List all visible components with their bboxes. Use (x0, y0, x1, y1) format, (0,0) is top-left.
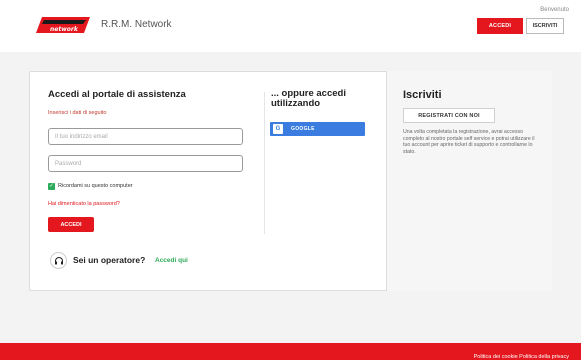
email-field[interactable]: Il tuo indirizzo email (48, 128, 243, 145)
footer-links[interactable]: Politica dei cookie Politica della priva… (474, 354, 569, 360)
social-login-title: ... oppure accedi utilizzando (271, 88, 346, 109)
operator-question: Sei un operatore? (73, 255, 146, 265)
google-label: GOOGLE (291, 126, 315, 132)
header-signup-button[interactable]: ISCRIVITI (526, 18, 564, 34)
forgot-password-link[interactable]: Hai dimenticato la password? (48, 201, 120, 207)
register-button[interactable]: REGISTRATI CON NOI (403, 108, 495, 123)
remember-label: Ricordami su questo computer (58, 183, 133, 189)
signup-description: Una volta completata la registrazione, a… (403, 129, 535, 155)
remember-checkbox[interactable]: ✓ (48, 183, 55, 190)
header-login-button[interactable]: ACCEDI (477, 18, 523, 34)
welcome-text: Benvenuto (540, 7, 569, 13)
signup-panel (386, 71, 552, 291)
svg-text:network: network (50, 26, 79, 33)
brand-name: R.R.M. Network (101, 19, 172, 30)
top-bar: network R.R.M. Network Benvenuto ACCEDI … (0, 0, 581, 52)
login-subtitle: Inserisci i dati di seguito (48, 110, 107, 116)
password-field[interactable]: Password (48, 155, 243, 172)
rrm-logo[interactable]: network (34, 14, 92, 36)
login-title: Accedi al portale di assistenza (48, 89, 186, 100)
login-submit-button[interactable]: ACCEDI (48, 217, 94, 232)
headset-icon (50, 252, 67, 269)
signup-title: Iscriviti (403, 89, 442, 101)
google-login-button[interactable]: G GOOGLE (270, 122, 365, 136)
google-icon: G (273, 124, 283, 134)
column-divider (264, 92, 265, 234)
operator-login-link[interactable]: Accedi qui (155, 257, 188, 264)
